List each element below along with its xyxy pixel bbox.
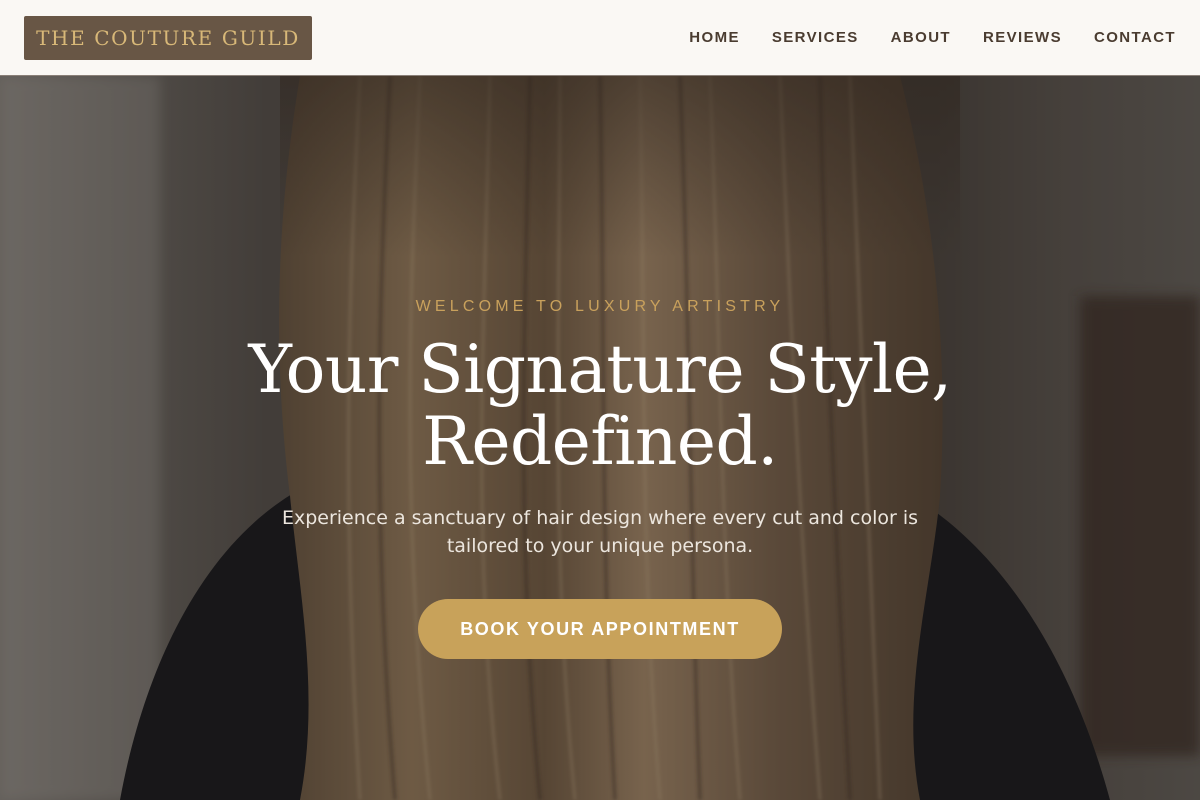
hero-eyebrow: WELCOME TO LUXURY ARTISTRY — [415, 298, 785, 315]
hero-content: WELCOME TO LUXURY ARTISTRY Your Signatur… — [0, 76, 1200, 800]
nav-home-link[interactable]: HOME — [689, 29, 740, 46]
site-logo[interactable]: THE COUTURE GUILD — [24, 15, 312, 60]
nav-contact-link[interactable]: CONTACT — [1094, 29, 1176, 46]
site-header: THE COUTURE GUILD HOME SERVICES ABOUT RE… — [0, 0, 1200, 76]
hero-section: WELCOME TO LUXURY ARTISTRY Your Signatur… — [0, 76, 1200, 800]
book-appointment-button[interactable]: BOOK YOUR APPOINTMENT — [418, 599, 782, 659]
nav-services-link[interactable]: SERVICES — [772, 29, 859, 46]
nav-about-link[interactable]: ABOUT — [891, 29, 951, 46]
hero-subtext: Experience a sanctuary of hair design wh… — [281, 507, 919, 557]
main-nav: HOME SERVICES ABOUT REVIEWS CONTACT — [689, 29, 1176, 46]
hero-headline: Your Signature Style, Redefined. — [248, 331, 952, 480]
nav-reviews-link[interactable]: REVIEWS — [983, 29, 1062, 46]
